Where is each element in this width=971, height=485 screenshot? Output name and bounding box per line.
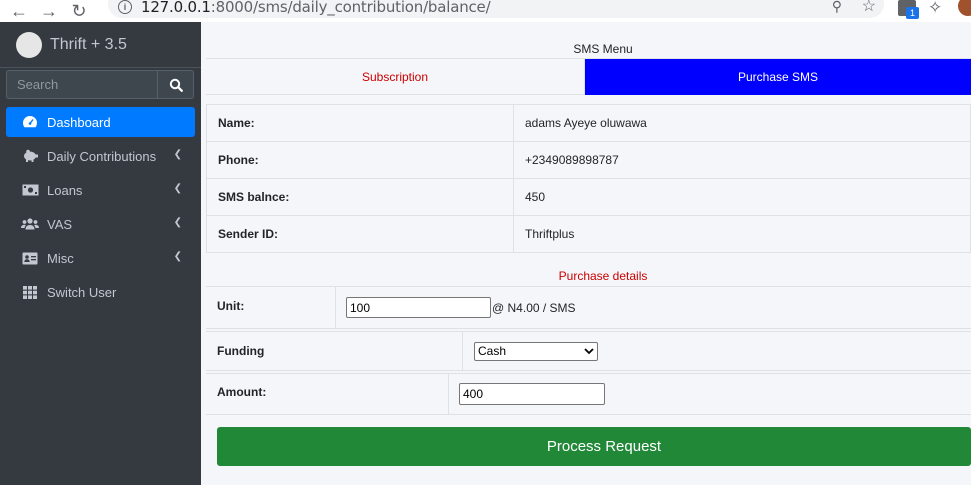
sidebar-item-label: Dashboard bbox=[47, 114, 111, 130]
phone-label: Phone: bbox=[206, 141, 514, 179]
sidebar-item-loans[interactable]: Loans ❮ bbox=[6, 175, 195, 205]
funding-select[interactable]: Cash bbox=[474, 341, 598, 361]
funding-selected-value: Cash bbox=[478, 344, 507, 358]
sidebar-item-label: VAS bbox=[47, 216, 73, 232]
money-bill-icon bbox=[21, 184, 39, 196]
account-info-table: Name: adams Ayeye oluwawa Phone: +234908… bbox=[206, 104, 971, 253]
search-input[interactable] bbox=[6, 70, 157, 99]
sidebar-item-switch-user[interactable]: Switch User bbox=[6, 277, 195, 307]
sidebar-menu: Dashboard Daily Contributions ❮ Loans ❮ … bbox=[0, 107, 201, 307]
grid-icon bbox=[21, 285, 39, 299]
tab-purchase-sms[interactable]: Purchase SMS bbox=[585, 59, 971, 95]
sms-tabs: Subscription Purchase SMS bbox=[206, 58, 971, 95]
sms-card: SMS Menu Subscription Purchase SMS Name:… bbox=[206, 22, 971, 485]
brand-text: Thrift + 3.5 bbox=[50, 35, 127, 53]
purchase-details-title: Purchase details bbox=[558, 269, 648, 283]
chevron-left-icon: ❮ bbox=[173, 183, 182, 194]
forward-arrow-icon[interactable]: → bbox=[34, 0, 64, 22]
info-icon[interactable]: i bbox=[118, 0, 132, 14]
reload-icon[interactable]: ↻ bbox=[64, 0, 94, 22]
process-request-button[interactable]: Process Request bbox=[217, 427, 971, 466]
chevron-left-icon: ❮ bbox=[173, 251, 182, 262]
chevron-left-icon: ❮ bbox=[173, 217, 182, 228]
table-row: Phone: +2349089898787 bbox=[206, 141, 971, 179]
amount-label: Amount: bbox=[206, 374, 449, 414]
table-row: Sender ID: Thriftplus bbox=[206, 215, 971, 253]
sidebar-search bbox=[6, 70, 195, 99]
funding-row: Funding Cash bbox=[206, 331, 971, 371]
name-value: adams Ayeye oluwawa bbox=[513, 104, 971, 142]
funding-label: Funding bbox=[206, 332, 463, 370]
sms-balance-value: 450 bbox=[513, 178, 971, 216]
users-icon bbox=[21, 218, 39, 230]
search-icon bbox=[169, 78, 183, 92]
sender-id-value: Thriftplus bbox=[513, 215, 971, 253]
chevron-down-icon bbox=[584, 347, 594, 354]
sidebar-item-dashboard[interactable]: Dashboard bbox=[6, 107, 195, 137]
back-arrow-icon[interactable]: ← bbox=[4, 0, 34, 22]
sidebar-item-daily-contributions[interactable]: Daily Contributions ❮ bbox=[6, 141, 195, 171]
sidebar-item-label: Switch User bbox=[47, 284, 117, 300]
id-card-icon bbox=[21, 252, 39, 265]
sms-balance-label: SMS balnce: bbox=[206, 178, 514, 216]
sms-menu-title: SMS Menu bbox=[573, 42, 633, 56]
sidebar-item-label: Misc bbox=[47, 250, 74, 266]
zoom-icon[interactable]: ⚲ bbox=[832, 0, 842, 15]
extension-badge: 1 bbox=[906, 7, 919, 19]
tab-subscription[interactable]: Subscription bbox=[206, 59, 585, 95]
amount-cell bbox=[449, 374, 605, 414]
puzzle-icon[interactable]: ✧ bbox=[928, 0, 942, 18]
sidebar-item-label: Daily Contributions bbox=[47, 148, 157, 164]
name-label: Name: bbox=[206, 104, 514, 142]
url-text[interactable]: 127.0.0.1:8000/sms/daily_contribution/ba… bbox=[141, 0, 491, 16]
sidebar-item-misc[interactable]: Misc ❮ bbox=[6, 243, 195, 273]
chevron-left-icon: ❮ bbox=[173, 149, 182, 160]
address-bar[interactable]: i 127.0.0.1:8000/sms/daily_contribution/… bbox=[108, 0, 884, 18]
table-row: SMS balnce: 450 bbox=[206, 178, 971, 216]
brand-link[interactable]: Thrift + 3.5 bbox=[0, 22, 201, 68]
main-content: SMS Menu Subscription Purchase SMS Name:… bbox=[206, 22, 971, 485]
sidebar: Thrift + 3.5 Dashboard Daily Contributio… bbox=[0, 22, 201, 485]
brand-logo bbox=[16, 31, 42, 58]
phone-value: +2349089898787 bbox=[513, 141, 971, 179]
tachometer-icon bbox=[21, 115, 39, 129]
browser-toolbar: ← → ↻ i 127.0.0.1:8000/sms/daily_contrib… bbox=[0, 0, 971, 22]
bookmark-star-icon[interactable]: ☆ bbox=[862, 0, 876, 16]
unit-label: Unit: bbox=[206, 287, 336, 328]
sender-id-label: Sender ID: bbox=[206, 215, 514, 253]
amount-input[interactable] bbox=[459, 383, 605, 405]
search-button[interactable] bbox=[157, 70, 194, 99]
table-row: Name: adams Ayeye oluwawa bbox=[206, 104, 971, 142]
unit-row: Unit: @ N4.00 / SMS bbox=[206, 286, 971, 329]
piggy-bank-icon bbox=[21, 149, 39, 163]
funding-cell: Cash bbox=[463, 332, 598, 370]
unit-cell: @ N4.00 / SMS bbox=[336, 287, 576, 328]
sidebar-item-vas[interactable]: VAS ❮ bbox=[6, 209, 195, 239]
amount-row: Amount: bbox=[206, 373, 971, 415]
unit-input[interactable] bbox=[346, 297, 491, 318]
unit-price-text: @ N4.00 / SMS bbox=[492, 300, 576, 315]
profile-avatar[interactable] bbox=[958, 0, 971, 16]
sidebar-item-label: Loans bbox=[47, 182, 83, 198]
